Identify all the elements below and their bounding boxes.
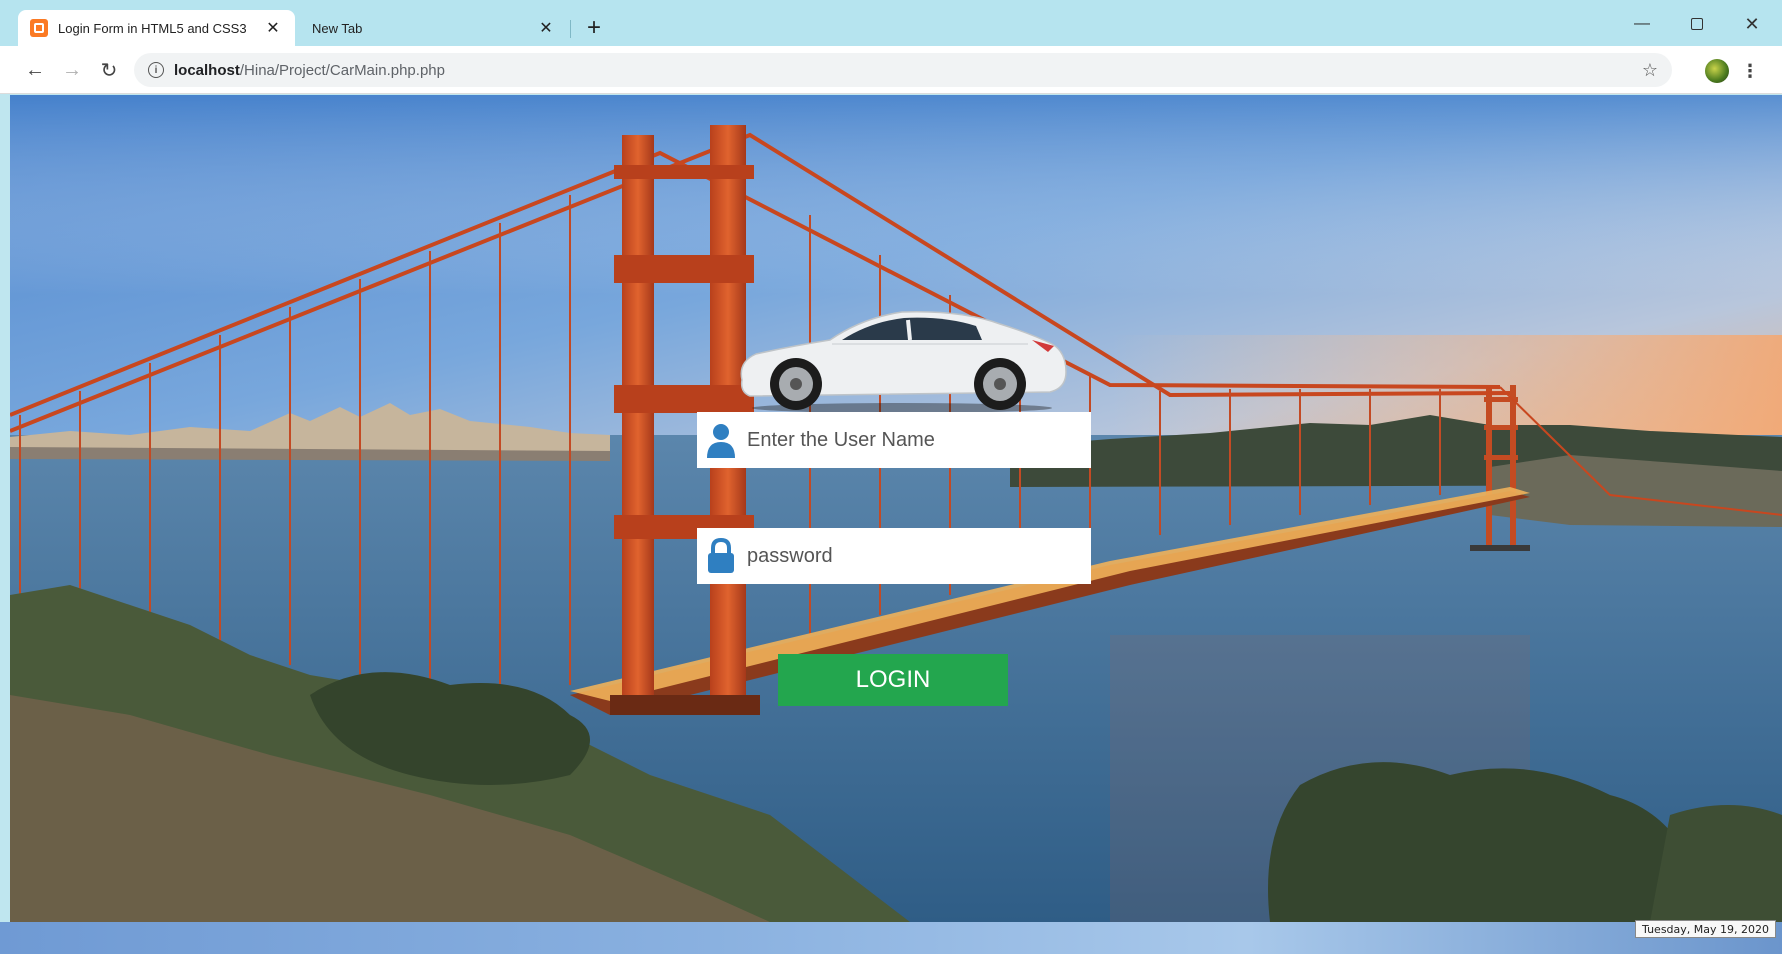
url-host: localhost (174, 61, 240, 79)
browser-toolbar: ← → ↻ i localhost /Hina/Project/CarMain.… (0, 46, 1782, 94)
close-icon[interactable]: ✕ (1730, 10, 1774, 38)
tab-close-icon[interactable]: ✕ (536, 18, 556, 38)
forward-arrow-icon[interactable]: → (59, 57, 85, 83)
maximize-icon[interactable] (1675, 10, 1719, 38)
tab-separator (570, 20, 571, 38)
lock-icon (708, 538, 734, 573)
date-display: Tuesday, May 19, 2020 (1635, 920, 1776, 938)
tab-new-tab[interactable]: New Tab ✕ (300, 10, 568, 46)
car-logo-image (740, 311, 1067, 413)
tab-bar: Login Form in HTML5 and CSS3 ✕ New Tab ✕… (0, 0, 1782, 46)
address-bar[interactable]: i localhost /Hina/Project/CarMain.php.ph… (134, 53, 1672, 87)
info-icon[interactable]: i (148, 62, 164, 78)
bookmark-star-icon[interactable]: ☆ (1642, 60, 1658, 81)
url-path: /Hina/Project/CarMain.php.php (239, 61, 445, 79)
username-field[interactable] (697, 412, 1091, 468)
tab-login-form[interactable]: Login Form in HTML5 and CSS3 ✕ (18, 10, 295, 46)
footer-bar (0, 922, 1782, 954)
page-viewport (10, 95, 1782, 922)
minimize-icon[interactable]: — (1620, 10, 1664, 38)
golden-gate-bridge-background (10, 95, 1782, 922)
password-field[interactable] (697, 528, 1091, 584)
profile-avatar[interactable] (1705, 59, 1729, 83)
back-arrow-icon[interactable]: ← (22, 57, 48, 83)
kebab-menu-icon[interactable]: ⋮ (1741, 58, 1759, 84)
tab-title: New Tab (312, 20, 363, 36)
xampp-favicon-icon (30, 19, 48, 37)
tab-close-icon[interactable]: ✕ (263, 18, 283, 38)
reload-icon[interactable]: ↻ (96, 57, 122, 83)
login-button[interactable]: LOGIN (778, 654, 1008, 706)
password-input[interactable] (747, 544, 1067, 568)
user-icon (707, 424, 735, 458)
tab-title: Login Form in HTML5 and CSS3 (58, 20, 247, 36)
username-input[interactable] (747, 428, 1067, 452)
plus-icon[interactable]: + (580, 14, 608, 42)
